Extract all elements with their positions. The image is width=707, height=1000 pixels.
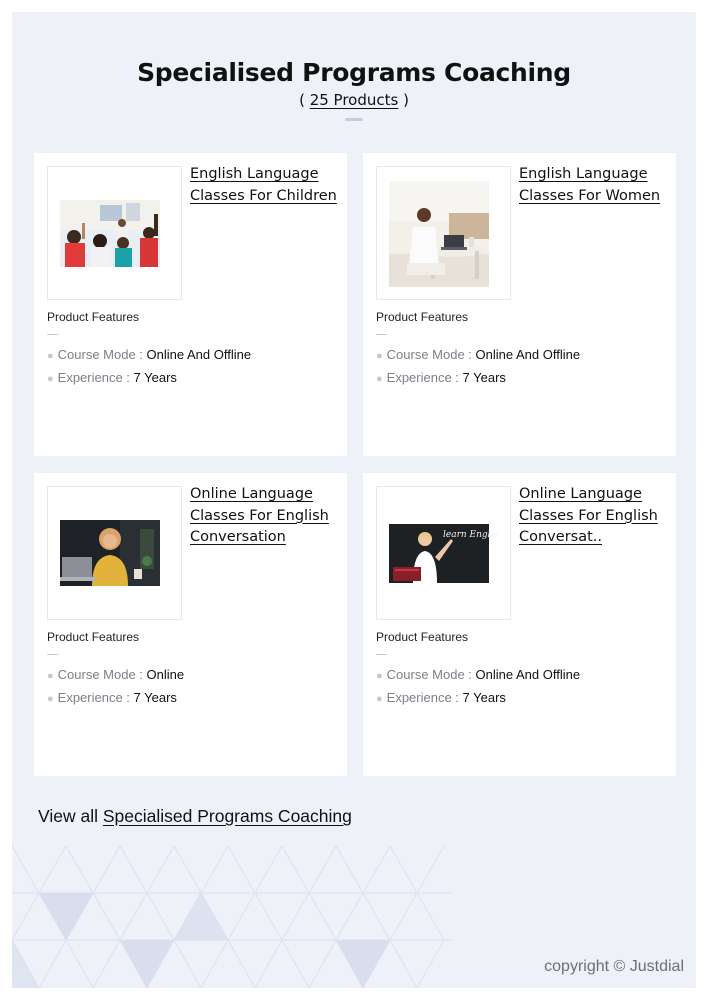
bullet-icon: ● [47,693,54,705]
bullet-icon: ● [376,350,383,362]
feature-value: 7 Years [133,370,177,385]
view-all: View all Specialised Programs Coaching [38,806,352,827]
product-card[interactable]: learn English Online Language Classes Fo… [363,473,676,776]
feature-course-mode: ● Course Mode : Online And Offline [376,667,580,682]
product-image-frame[interactable]: learn English [376,486,511,620]
product-title-link[interactable]: Online Language Classes For English Conv… [190,484,340,549]
features-divider [376,654,387,655]
feature-experience: ● Experience : 7 Years [47,370,177,385]
product-card[interactable]: English Language Classes For Children Pr… [34,153,347,456]
feature-value: Online And Offline [475,347,581,362]
product-image-teacher-chalkboard: learn English [389,524,499,583]
product-count-close: ) [398,91,409,109]
product-features-label: Product Features [47,310,140,324]
view-all-link[interactable]: Specialised Programs Coaching [103,806,352,826]
bullet-icon: ● [47,350,54,362]
product-image-woman-online-class [60,520,160,586]
feature-key: Course Mode : [57,347,147,362]
product-features-label: Product Features [376,630,469,644]
page-header: Specialised Programs Coaching ( 25 Produ… [12,58,696,121]
product-features-label: Product Features [376,310,469,324]
feature-value: 7 Years [133,690,177,705]
product-image-frame[interactable] [47,166,182,300]
title-divider [345,118,363,121]
product-count: ( 25 Products ) [12,91,696,109]
product-image-women-laptop [389,181,489,287]
feature-value: 7 Years [462,690,506,705]
product-title-link[interactable]: English Language Classes For Children [190,164,340,207]
feature-course-mode: ● Course Mode : Online And Offline [376,347,580,362]
feature-key: Experience : [57,370,134,385]
feature-key: Experience : [386,370,463,385]
features-divider [47,654,58,655]
product-features-label: Product Features [47,630,140,644]
product-image-frame[interactable] [47,486,182,620]
view-all-prefix: View all [38,806,103,826]
page: Specialised Programs Coaching ( 25 Produ… [12,12,696,988]
feature-value: 7 Years [462,370,506,385]
feature-key: Course Mode : [386,667,476,682]
product-title-link[interactable]: English Language Classes For Women [519,164,669,207]
feature-experience: ● Experience : 7 Years [376,370,506,385]
features-divider [376,334,387,335]
bullet-icon: ● [376,670,383,682]
bullet-icon: ● [376,693,383,705]
feature-experience: ● Experience : 7 Years [47,690,177,705]
feature-experience: ● Experience : 7 Years [376,690,506,705]
copyright-text: copyright © Justdial [544,958,684,975]
bullet-icon: ● [47,373,54,385]
feature-key: Course Mode : [386,347,476,362]
bullet-icon: ● [376,373,383,385]
feature-value: Online [146,667,185,682]
product-image-children-classroom [60,200,160,267]
decorative-triangle-pattern [12,846,452,988]
features-divider [47,334,58,335]
product-title-link[interactable]: Online Language Classes For English Conv… [519,484,669,549]
feature-course-mode: ● Course Mode : Online [47,667,184,682]
product-count-open: ( [299,91,310,109]
bullet-icon: ● [47,670,54,682]
chalkboard-text: learn English [443,530,499,540]
feature-course-mode: ● Course Mode : Online And Offline [47,347,251,362]
feature-key: Experience : [386,690,463,705]
page-title: Specialised Programs Coaching [137,58,571,87]
feature-value: Online And Offline [146,347,252,362]
product-count-value[interactable]: 25 Products [310,91,399,109]
feature-value: Online And Offline [475,667,581,682]
product-card[interactable]: Online Language Classes For English Conv… [34,473,347,776]
product-image-frame[interactable] [376,166,511,300]
feature-key: Course Mode : [57,667,147,682]
product-card[interactable]: English Language Classes For Women Produ… [363,153,676,456]
feature-key: Experience : [57,690,134,705]
